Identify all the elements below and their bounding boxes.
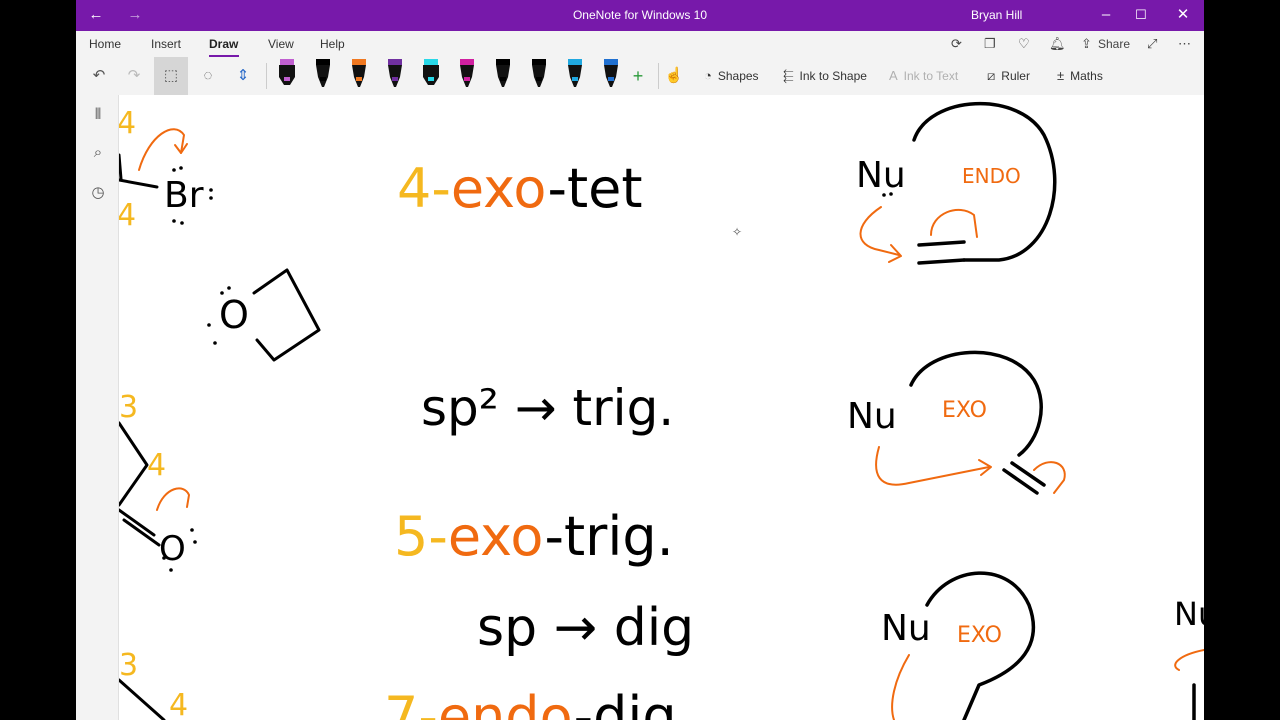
window-title: OneNote for Windows 10 bbox=[572, 8, 708, 22]
maths-label: Maths bbox=[1070, 69, 1103, 83]
ruler-button[interactable]: ⧄ Ruler bbox=[987, 68, 1030, 84]
rule-sp2-trig: sp² → trig. bbox=[421, 379, 674, 437]
share-button[interactable]: Share bbox=[1098, 37, 1130, 51]
maths-button[interactable]: ± Maths bbox=[1057, 68, 1103, 83]
title-bar: ← → OneNote for Windows 10 Bryan Hill – … bbox=[76, 0, 1204, 31]
insert-space-icon[interactable]: ⇕ bbox=[232, 65, 254, 87]
maximize-button[interactable]: ☐ bbox=[1127, 4, 1155, 26]
close-button[interactable]: ✕ bbox=[1169, 4, 1197, 26]
pen-4-icon[interactable] bbox=[388, 59, 402, 87]
nav-sidebar: ⫴ ⌕ ◷ bbox=[76, 95, 119, 720]
add-pen-icon[interactable]: + bbox=[627, 65, 649, 87]
nu-label-endo: Nu bbox=[856, 155, 906, 196]
notebooks-library-icon[interactable]: ⫴ bbox=[88, 105, 108, 125]
ruler-label: Ruler bbox=[1001, 69, 1030, 83]
endo-label: ENDO bbox=[962, 164, 1021, 188]
search-icon[interactable]: ⌕ bbox=[88, 143, 108, 163]
tab-view[interactable]: View bbox=[268, 37, 294, 51]
carbon-number-4c: 4 bbox=[147, 448, 166, 483]
nu-label-exo-dig: Nu bbox=[881, 608, 931, 649]
exo-label-trig: EXO bbox=[942, 398, 987, 423]
oxygen-label-b: O bbox=[159, 529, 186, 569]
touch-draw-icon[interactable]: ☝ bbox=[663, 65, 685, 87]
ink-drawing: 4 4 Br O 3 4 O 3 4 4-exo-tet sp² → trig.… bbox=[119, 102, 1204, 720]
nu-label-exo-trig: Nu bbox=[847, 396, 897, 437]
shapes-label: Shapes bbox=[717, 69, 759, 83]
ink-to-shape-icon: ⬱ bbox=[783, 68, 794, 83]
pen-10-icon[interactable] bbox=[604, 59, 618, 87]
minimize-button[interactable]: – bbox=[1092, 4, 1120, 26]
redo-icon[interactable]: ↷ bbox=[123, 65, 145, 87]
recent-clock-icon[interactable]: ◷ bbox=[88, 183, 108, 203]
lasso-select-icon[interactable]: ⬚ bbox=[154, 57, 188, 95]
rule-sp-dig: sp → dig bbox=[477, 598, 694, 658]
user-name[interactable]: Bryan Hill bbox=[971, 8, 1022, 22]
pen-6-icon[interactable] bbox=[460, 59, 474, 87]
note-canvas[interactable]: 4 4 Br O 3 4 O 3 4 4-exo-tet sp² → trig.… bbox=[119, 95, 1204, 720]
draw-toolbar: ↶ ↷ ⬚ ◌ ⇕ + ☝ ◔ Shapes ⬱ Ink to Shape A Ink… bbox=[76, 57, 1204, 96]
tab-home[interactable]: Home bbox=[89, 37, 121, 51]
nu-label-edge: Nu bbox=[1174, 595, 1204, 633]
pen-8-icon[interactable] bbox=[532, 59, 546, 87]
rule-7-endo-dig: 7-endo-dig bbox=[384, 685, 677, 720]
tab-draw[interactable]: Draw bbox=[209, 37, 238, 51]
pen-5-icon[interactable] bbox=[423, 59, 439, 85]
onenote-window: ← → OneNote for Windows 10 Bryan Hill – … bbox=[76, 0, 1204, 720]
more-icon[interactable]: ⋯ bbox=[1178, 36, 1191, 52]
carbon-number-4b: 4 bbox=[119, 198, 136, 233]
shapes-button[interactable]: ◔ Shapes bbox=[704, 68, 759, 83]
pen-1-icon[interactable] bbox=[279, 59, 295, 85]
ribbon-tabs: Home Insert Draw View Help ⟳ ❐ ♡ 🔔︎ ⇪ Sh… bbox=[76, 31, 1204, 57]
pen-3-icon[interactable] bbox=[352, 59, 366, 87]
ruler-icon: ⧄ bbox=[987, 68, 996, 83]
oxygen-label: O bbox=[219, 293, 249, 337]
br-label: Br bbox=[164, 175, 204, 216]
carbon-number-3b: 3 bbox=[119, 648, 138, 683]
pen-9-icon[interactable] bbox=[568, 59, 582, 87]
carbon-number-3: 3 bbox=[119, 390, 138, 425]
cursor-crosshair-icon: ✧ bbox=[732, 225, 743, 239]
notebooks-icon[interactable]: ❐ bbox=[984, 36, 996, 52]
ink-to-text-button[interactable]: A Ink to Text bbox=[889, 68, 958, 83]
shapes-icon: ◔ bbox=[704, 68, 712, 83]
rule-5-exo-trig: 5-exo-trig. bbox=[394, 505, 674, 568]
exo-label-dig: EXO bbox=[957, 623, 1002, 648]
ink-to-shape-label: Ink to Shape bbox=[799, 69, 867, 83]
lightbulb-icon[interactable]: ♡ bbox=[1018, 36, 1030, 52]
lasso-add-icon[interactable]: ◌ bbox=[197, 65, 219, 87]
ink-to-shape-button[interactable]: ⬱ Ink to Shape bbox=[783, 68, 867, 84]
carbon-number-4: 4 bbox=[119, 106, 136, 141]
bell-icon[interactable]: 🔔︎ bbox=[1049, 36, 1066, 52]
rule-4-exo-tet: 4-exo-tet bbox=[397, 157, 643, 220]
pen-7-icon[interactable] bbox=[496, 59, 510, 87]
tab-help[interactable]: Help bbox=[320, 37, 345, 51]
share-icon[interactable]: ⇪ bbox=[1081, 36, 1092, 52]
undo-icon[interactable]: ↶ bbox=[88, 65, 110, 87]
maths-icon: ± bbox=[1057, 68, 1065, 83]
tab-insert[interactable]: Insert bbox=[151, 37, 181, 51]
pen-tray bbox=[279, 59, 618, 87]
sync-icon[interactable]: ⟳ bbox=[951, 36, 962, 52]
ink-to-text-label: Ink to Text bbox=[903, 69, 959, 83]
carbon-number-4d: 4 bbox=[169, 688, 188, 720]
expand-icon[interactable]: ⤢ bbox=[1147, 36, 1157, 52]
ink-to-text-icon: A bbox=[889, 68, 898, 83]
pen-2-icon[interactable] bbox=[316, 59, 330, 87]
toolbar-divider bbox=[658, 63, 659, 89]
